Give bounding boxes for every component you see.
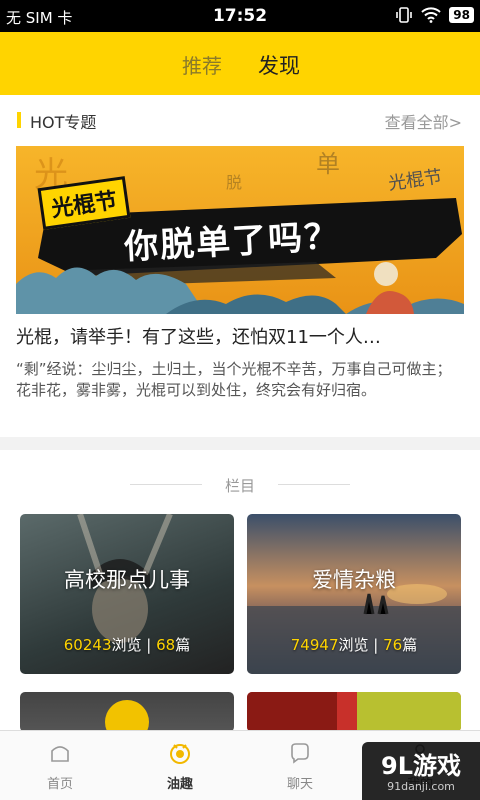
header: 推荐 发现	[0, 32, 480, 95]
stats-separator: |	[146, 636, 152, 654]
posts-unit: 篇	[175, 636, 191, 654]
tab-recommend[interactable]: 推荐	[182, 50, 222, 79]
status-icons: 98	[395, 6, 474, 24]
wifi-icon	[421, 7, 441, 23]
column-card-3[interactable]	[20, 692, 234, 732]
column-card-4[interactable]	[247, 692, 461, 732]
card-image	[105, 700, 149, 732]
hot-section-title: HOT专题	[30, 113, 97, 132]
column-section: 栏目 高校那点儿事 60243浏览 | 68篇 爱情杂粮 74947浏览 | 7…	[0, 450, 480, 732]
hot-banner[interactable]: 光 单 脱 光棍节 你脱单了吗？ 光棍节	[16, 146, 464, 314]
home-icon	[51, 746, 69, 762]
watermark-logo: 9L游戏	[381, 752, 461, 780]
column-card-campus[interactable]: 高校那点儿事 60243浏览 | 68篇	[20, 514, 234, 674]
battery-indicator: 98	[449, 7, 474, 23]
column-header: 栏目	[224, 477, 255, 495]
article-description: “剩”经说：尘归尘，土归土，当个光棍不辛苦，万事自己可做主；花非花，雾非雾，光棍…	[16, 360, 452, 399]
stats-separator: |	[373, 636, 379, 654]
views-unit: 浏览	[338, 636, 369, 654]
nav-label: 首页	[46, 777, 73, 792]
nav-youqu[interactable]: 油趣	[120, 731, 240, 800]
hot-section: HOT专题 查看全部> 光 单 脱 光棍节 你脱单了吗？ 光棍节 光棍，请举手！…	[0, 95, 480, 437]
view-count: 60243	[63, 636, 112, 654]
chat-icon	[291, 743, 309, 764]
svg-text:单: 单	[316, 150, 340, 178]
article-title[interactable]: 光棍，请举手！有了这些，还怕双11一个人…	[16, 323, 466, 349]
nav-chat[interactable]: 聊天	[240, 731, 360, 800]
column-card-love[interactable]: 爱情杂粮 74947浏览 | 76篇	[247, 514, 461, 674]
status-bar: 无 SIM 卡 17:52 98	[0, 0, 480, 32]
card-stats: 60243浏览 | 68篇	[20, 634, 234, 655]
card-title: 爱情杂粮	[312, 568, 396, 592]
post-count: 76	[383, 636, 403, 654]
views-unit: 浏览	[111, 636, 142, 654]
nav-label: 聊天	[286, 777, 313, 792]
nav-label: 油趣	[166, 777, 193, 792]
view-count: 74947	[290, 636, 339, 654]
post-count: 68	[156, 636, 176, 654]
vibrate-icon	[396, 7, 413, 23]
posts-unit: 篇	[402, 636, 418, 654]
card-image	[247, 692, 461, 732]
card-stats: 74947浏览 | 76篇	[247, 634, 461, 655]
watermark: 9L游戏 91danji.com	[362, 742, 480, 800]
svg-text:脱: 脱	[226, 173, 242, 192]
nav-home[interactable]: 首页	[0, 731, 120, 800]
card-title: 高校那点儿事	[64, 568, 190, 592]
section-marker	[17, 112, 21, 128]
divider-line-right	[278, 484, 350, 485]
watermark-url: 91danji.com	[387, 780, 455, 793]
eye-icon	[170, 744, 190, 764]
view-all-link[interactable]: 查看全部>	[385, 109, 462, 133]
tab-discover[interactable]: 发现	[258, 50, 300, 80]
